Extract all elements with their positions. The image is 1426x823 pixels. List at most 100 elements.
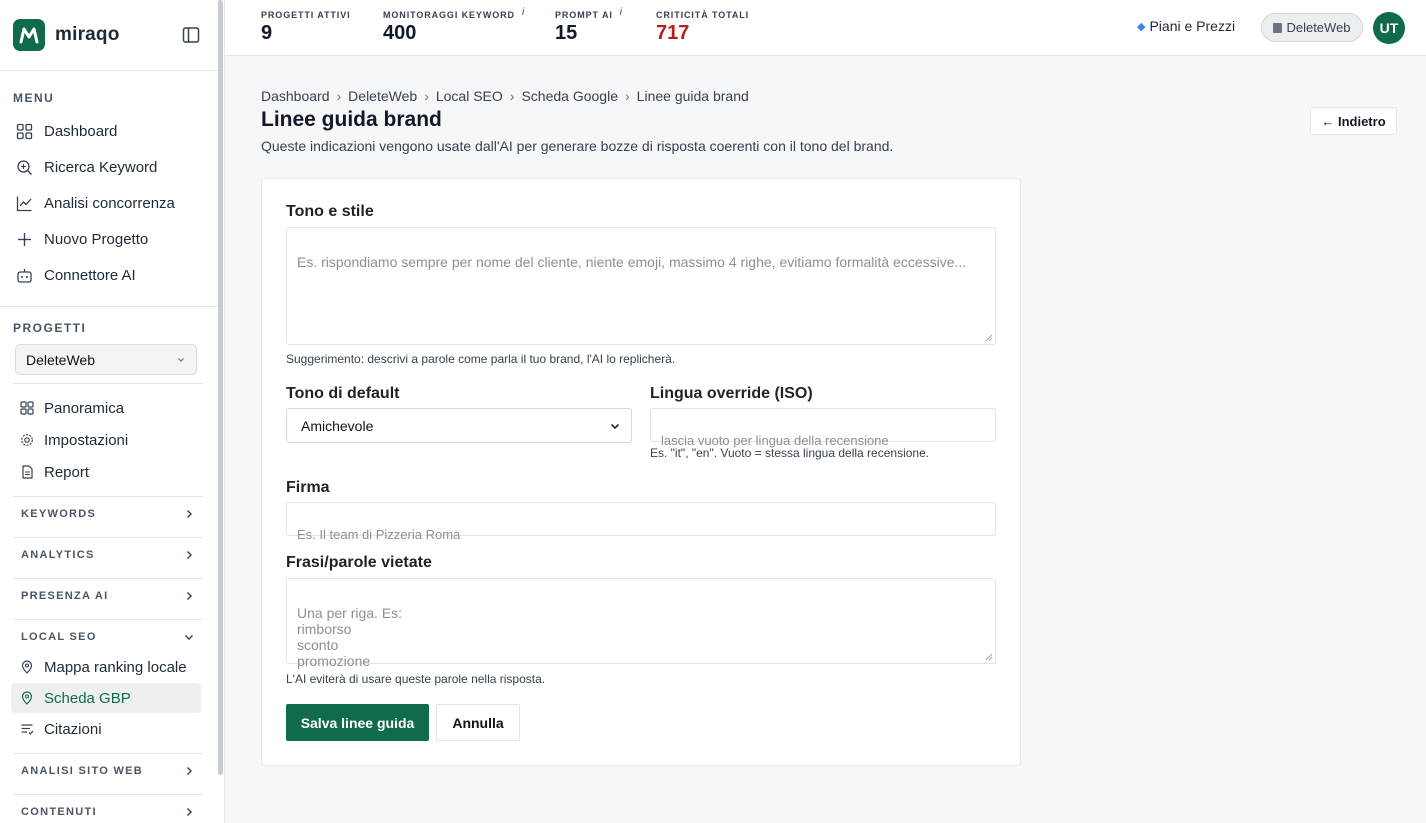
nav-label: Connettore AI [44, 266, 136, 284]
nav-label: Nuovo Progetto [44, 230, 149, 248]
chevron-right-icon [187, 808, 192, 816]
chevron-down-icon [178, 357, 184, 362]
list-icon [21, 724, 34, 735]
lang-override-input[interactable]: lascia vuoto per lingua della recensione [650, 408, 996, 448]
cancel-button[interactable]: Annulla [436, 704, 520, 741]
logo-icon [13, 19, 45, 51]
tone-style-hint: Suggerimento: descrivi a parole come par… [286, 352, 676, 366]
nav-dashboard[interactable]: Dashboard [16, 120, 117, 142]
nav-label: Impostazioni [44, 431, 129, 449]
nav-ricerca-keyword[interactable]: Ricerca Keyword [16, 156, 157, 178]
sidebar-scrollbar[interactable] [218, 0, 223, 775]
breadcrumb-item[interactable]: DeleteWeb [348, 88, 417, 104]
nav-label: Ricerca Keyword [44, 158, 158, 176]
plans-link[interactable]: ◆ Piani e Prezzi [1137, 18, 1235, 34]
group-analytics[interactable]: ANALYTICS [21, 547, 195, 563]
signature-input[interactable]: Es. Il team di Pizzeria Roma [286, 502, 996, 542]
save-button[interactable]: Salva linee guida [286, 704, 429, 741]
chevron-down-icon [185, 635, 193, 640]
grid-icon [16, 123, 33, 139]
resize-handle-icon[interactable] [985, 653, 993, 661]
nav-scheda-gbp[interactable]: Scheda GBP [20, 687, 131, 709]
back-button[interactable]: ← Indietro [1310, 107, 1397, 135]
divider [13, 753, 203, 754]
chevron-right-icon [187, 592, 192, 600]
chevron-right-icon [187, 510, 192, 518]
group-label: PRESENZA AI [21, 590, 109, 602]
stat-criticita-totali: CRITICITÀ TOTALI 717 [656, 10, 749, 45]
stat-label: PROMPT AI i [555, 7, 623, 20]
group-label: CONTENUTI [21, 806, 97, 818]
avatar[interactable]: UT [1373, 12, 1405, 44]
nav-label: Report [44, 463, 90, 481]
info-icon[interactable]: i [522, 7, 525, 20]
divider [13, 383, 203, 384]
tone-style-label: Tono e stile [286, 203, 374, 220]
search-icon [17, 159, 32, 175]
breadcrumb-item[interactable]: Dashboard [261, 88, 330, 104]
project-select-value: DeleteWeb [26, 351, 96, 368]
nav-nuovo-progetto[interactable]: Nuovo Progetto [16, 228, 148, 250]
banned-phrases-textarea[interactable]: Una per riga. Es: rimborso sconto promoz… [286, 578, 996, 669]
stat-prompt-ai: PROMPT AI i 15 [555, 7, 623, 45]
stat-monitoraggi-keyword: MONITORAGGI KEYWORD i 400 [383, 7, 525, 45]
group-local-seo[interactable]: LOCAL SEO [21, 629, 195, 645]
lang-override-label: Lingua override (ISO) [650, 385, 813, 402]
breadcrumb-current: Linee guida brand [636, 88, 749, 104]
default-tone-select[interactable]: Amichevole [286, 408, 632, 443]
sidebar-toggle-icon[interactable] [182, 26, 200, 44]
group-keywords[interactable]: KEYWORDS [21, 506, 195, 522]
default-tone-label: Tono di default [286, 385, 400, 402]
map-pin-icon [21, 660, 33, 674]
nav-label: Analisi concorrenza [44, 194, 175, 212]
group-contenuti[interactable]: CONTENUTI [21, 804, 195, 820]
divider [0, 70, 218, 71]
divider [13, 496, 203, 497]
group-label: ANALISI SITO WEB [21, 765, 144, 777]
nav-impostazioni[interactable]: Impostazioni [20, 429, 128, 451]
document-icon [22, 465, 33, 479]
stat-value: 717 [656, 22, 690, 44]
tone-style-textarea[interactable]: Es. rispondiamo sempre per nome del clie… [286, 227, 996, 345]
resize-handle-icon[interactable] [985, 334, 993, 342]
divider [13, 537, 203, 538]
breadcrumb-separator: › [336, 88, 342, 104]
nav-mappa-ranking[interactable]: Mappa ranking locale [20, 656, 187, 678]
plus-icon [18, 232, 31, 246]
info-icon[interactable]: i [620, 7, 623, 20]
nav-analisi-concorrenza[interactable]: Analisi concorrenza [16, 192, 175, 214]
nav-label: Scheda GBP [44, 689, 131, 707]
group-presenza-ai[interactable]: PRESENZA AI [21, 588, 195, 604]
group-label: KEYWORDS [21, 508, 97, 520]
nav-label: Mappa ranking locale [44, 658, 187, 676]
gear-icon [21, 434, 33, 446]
brand[interactable]: miraqo [13, 19, 120, 51]
chevron-down-icon [610, 423, 620, 429]
nav-connettore-ai[interactable]: Connettore AI [16, 264, 136, 286]
breadcrumb-separator: › [509, 88, 515, 104]
diamond-icon: ◆ [1137, 20, 1146, 33]
nav-report[interactable]: Report [20, 461, 89, 483]
brand-name: miraqo [55, 24, 120, 45]
stat-value: 15 [555, 22, 578, 44]
divider [13, 578, 203, 579]
project-select[interactable]: DeleteWeb [15, 344, 197, 375]
nav-panoramica[interactable]: Panoramica [20, 397, 124, 419]
default-tone-value: Amichevole [301, 417, 374, 434]
group-label: ANALYTICS [21, 549, 95, 561]
nav-citazioni[interactable]: Citazioni [20, 718, 102, 740]
divider [13, 619, 203, 620]
breadcrumb-item[interactable]: Scheda Google [521, 88, 618, 104]
robot-icon [17, 268, 32, 283]
breadcrumb-separator: › [424, 88, 429, 104]
project-switcher[interactable]: DeleteWeb [1261, 13, 1363, 42]
project-pill-label: DeleteWeb [1286, 20, 1351, 35]
breadcrumb-separator: › [625, 88, 630, 104]
chevron-right-icon [187, 767, 192, 775]
breadcrumb-item[interactable]: Local SEO [436, 88, 503, 104]
group-analisi-sito[interactable]: ANALISI SITO WEB [21, 763, 195, 779]
stat-label: PROGETTI ATTIVI [261, 10, 351, 20]
stat-progetti-attivi: PROGETTI ATTIVI 9 [261, 10, 351, 45]
plans-label: Piani e Prezzi [1149, 18, 1236, 34]
topbar: PROGETTI ATTIVI 9 MONITORAGGI KEYWORD i 4… [225, 0, 1426, 56]
